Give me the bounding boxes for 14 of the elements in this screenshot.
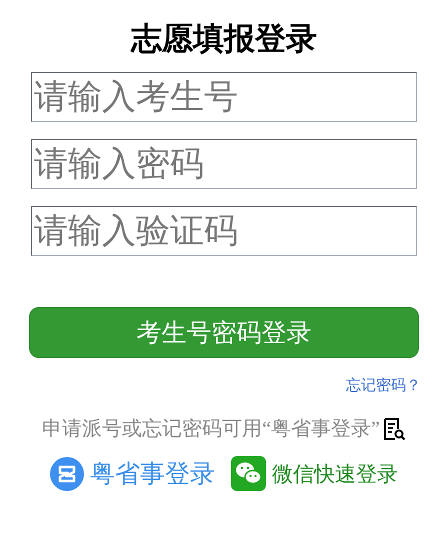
input-field[interactable]: 请输入密码 (31, 139, 417, 189)
app-logo-icon (50, 456, 84, 490)
alt-login-link[interactable]: 微信快速登录 (231, 456, 398, 491)
chat-bubbles-icon (231, 456, 266, 491)
input-field[interactable]: 请输入考生号 (31, 72, 417, 122)
input-field[interactable]: 请输入验证码 (31, 206, 417, 256)
document-search-icon[interactable] (382, 416, 406, 440)
page-title: 志愿填报登录 (130, 20, 318, 59)
forgot-password-link[interactable]: 忘记密码？ (346, 376, 421, 395)
alt-login-link[interactable]: 粤省事登录 (50, 456, 215, 491)
login-button[interactable]: 考生号密码登录 (29, 307, 419, 358)
help-note: 申请派号或忘记密码可用“粤省事登录” (42, 417, 380, 442)
alt-login-label: 微信快速登录 (272, 460, 398, 488)
alt-login-label: 粤省事登录 (90, 458, 215, 490)
